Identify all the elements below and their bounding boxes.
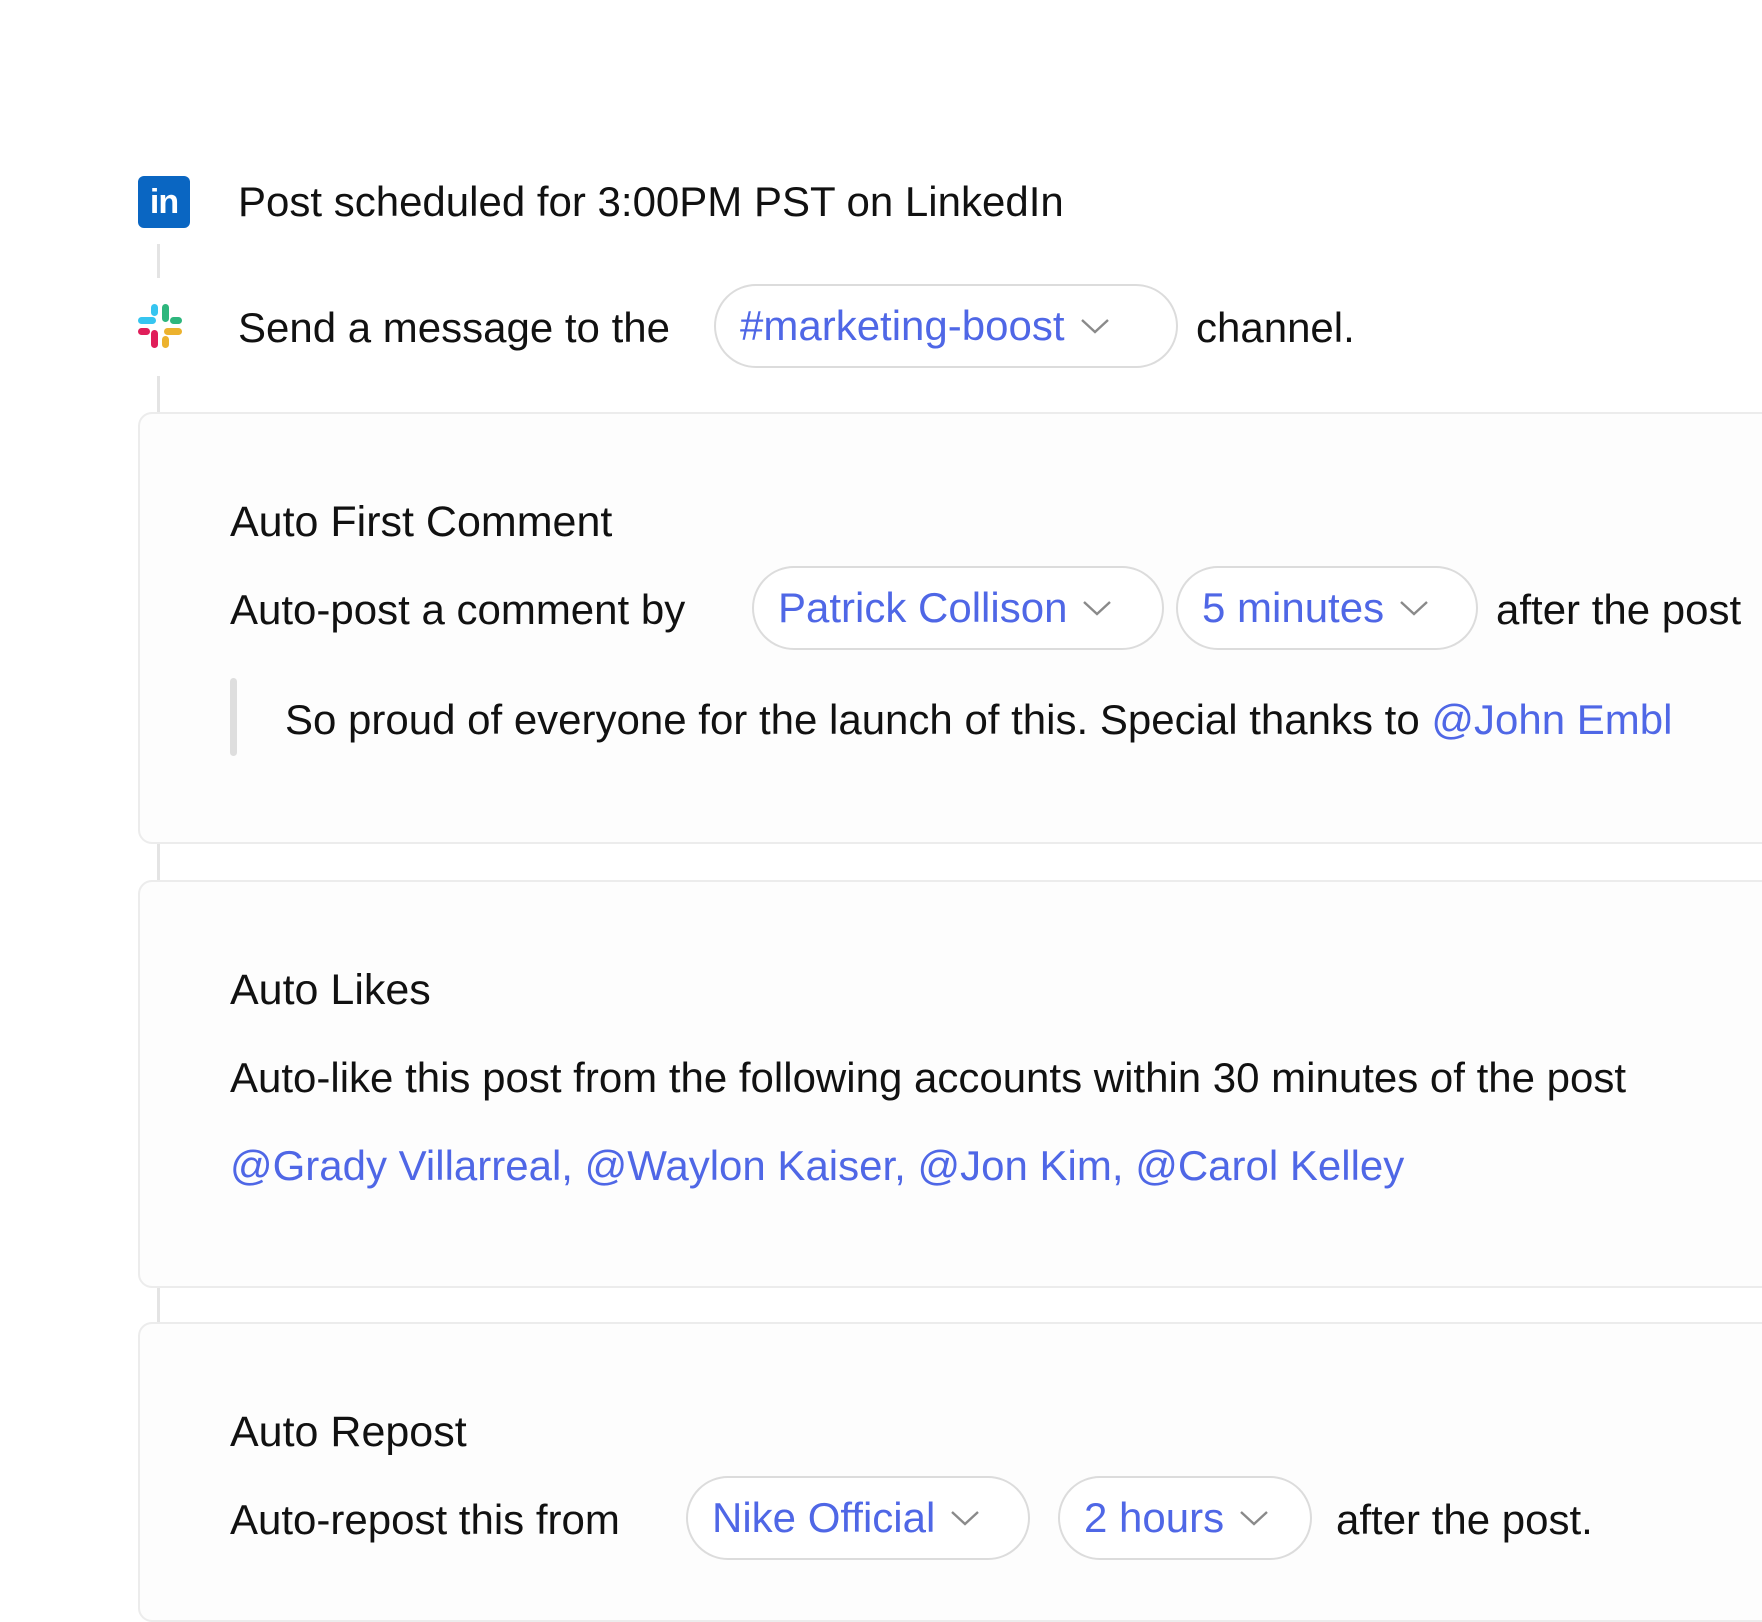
chevron-down-icon <box>1238 1508 1270 1528</box>
channel-dropdown[interactable]: #marketing-boost <box>714 284 1178 368</box>
chevron-down-icon <box>949 1508 981 1528</box>
timeline-connector <box>157 842 160 882</box>
comment-delay-dropdown[interactable]: 5 minutes <box>1176 566 1478 650</box>
commenter-dropdown[interactable]: Patrick Collison <box>752 566 1164 650</box>
card-title: Auto Repost <box>230 1408 467 1456</box>
commenter-dropdown-value: Patrick Collison <box>778 584 1068 631</box>
slack-icon <box>134 300 186 352</box>
repost-delay-dropdown[interactable]: 2 hours <box>1058 1476 1312 1560</box>
card-title: Auto First Comment <box>230 498 613 546</box>
auto-repost-card: Auto Repost Auto-repost this from Nike O… <box>138 1322 1762 1622</box>
repost-account-dropdown[interactable]: Nike Official <box>686 1476 1030 1560</box>
auto-likes-card: Auto Likes Auto-like this post from the … <box>138 880 1762 1288</box>
channel-dropdown-value: #marketing-boost <box>740 302 1065 349</box>
likes-description: Auto-like this post from the following a… <box>230 1054 1627 1101</box>
repost-account-dropdown-value: Nike Official <box>712 1494 936 1541</box>
first-comment-text-before: Auto-post a comment by <box>230 586 686 633</box>
timeline-connector <box>157 376 160 414</box>
repost-text-before: Auto-repost this from <box>230 1496 620 1543</box>
slack-text-after: channel. <box>1196 304 1355 351</box>
comment-quote-bar <box>230 678 237 756</box>
comment-mention[interactable]: @John Embl <box>1431 696 1672 743</box>
linkedin-schedule-text: Post scheduled for 3:00PM PST on LinkedI… <box>238 178 1064 225</box>
first-comment-text-after: after the post <box>1496 586 1742 633</box>
timeline-connector <box>157 244 160 278</box>
repost-text-after: after the post. <box>1336 1496 1593 1543</box>
comment-text: So proud of everyone for the launch of t… <box>285 696 1420 743</box>
card-title: Auto Likes <box>230 966 431 1014</box>
chevron-down-icon <box>1079 316 1111 336</box>
comment-delay-dropdown-value: 5 minutes <box>1202 584 1385 631</box>
auto-first-comment-card: Auto First Comment Auto-post a comment b… <box>138 412 1762 844</box>
timeline-connector <box>157 1284 160 1326</box>
likes-accounts[interactable]: @Grady Villarreal, @Waylon Kaiser, @Jon … <box>230 1136 1404 1196</box>
slack-text-before: Send a message to the <box>238 304 670 351</box>
linkedin-icon: in <box>138 176 190 228</box>
repost-delay-dropdown-value: 2 hours <box>1084 1494 1225 1541</box>
chevron-down-icon <box>1081 598 1113 618</box>
chevron-down-icon <box>1398 598 1430 618</box>
comment-body[interactable]: So proud of everyone for the launch of t… <box>285 690 1672 750</box>
